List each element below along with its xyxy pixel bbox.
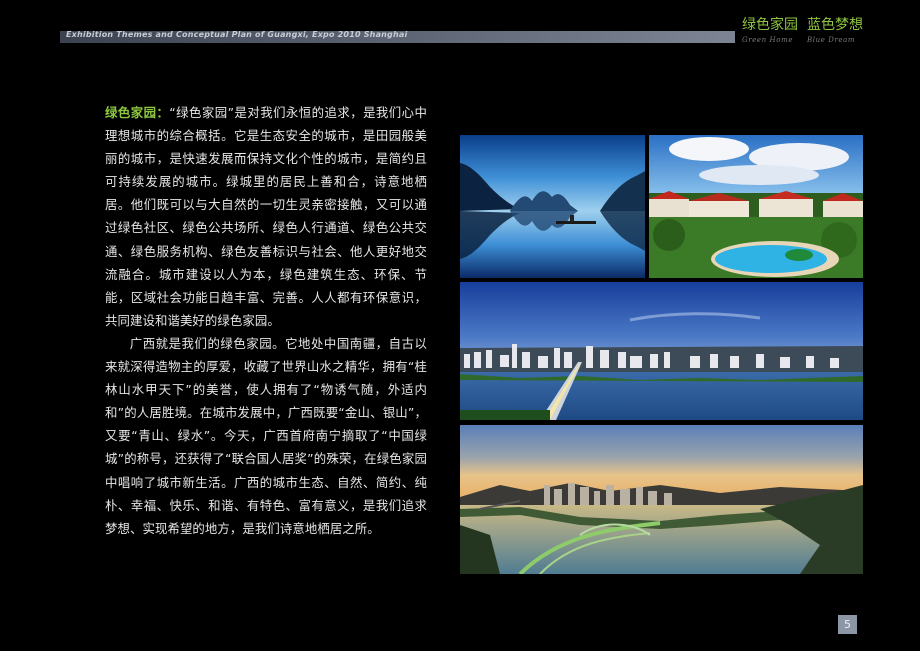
header-bar: Exhibition Themes and Conceptual Plan of… (60, 30, 735, 43)
photo-karst-river (460, 135, 645, 278)
brand-green-home-cn: 绿色家园 (742, 17, 798, 33)
header-subtitle: Exhibition Themes and Conceptual Plan of… (66, 30, 408, 39)
page-number: 5 (838, 615, 857, 634)
lead-heading: 绿色家园： (105, 105, 170, 120)
body-text: 绿色家园：“绿色家园”是对我们永恒的追求，是我们心中理想城市的综合概括。它是生态… (105, 101, 427, 540)
paragraph-guangxi: 广西就是我们的绿色家园。它地处中国南疆，自古以来就深得造物主的厚爱，收藏了世界山… (105, 335, 427, 536)
photo-residential-pool (649, 135, 863, 278)
brand-blue-dream: 蓝色梦想 Blue Dream (807, 14, 863, 46)
brand-blue-dream-cn: 蓝色梦想 (807, 17, 863, 33)
brand-green-home: 绿色家园 Green Home (742, 14, 798, 46)
brand-green-home-en: Green Home (742, 36, 794, 44)
photo-river-city-sunset (460, 425, 863, 574)
brand-blue-dream-en: Blue Dream (807, 36, 856, 44)
paragraph-green-home: 绿色家园：“绿色家园”是对我们永恒的追求，是我们心中理想城市的综合概括。它是生态… (105, 101, 427, 332)
photo-city-skyline-bridge (460, 282, 863, 420)
paragraph-1-text: “绿色家园”是对我们永恒的追求，是我们心中理想城市的综合概括。它是生态安全的城市… (105, 105, 427, 328)
